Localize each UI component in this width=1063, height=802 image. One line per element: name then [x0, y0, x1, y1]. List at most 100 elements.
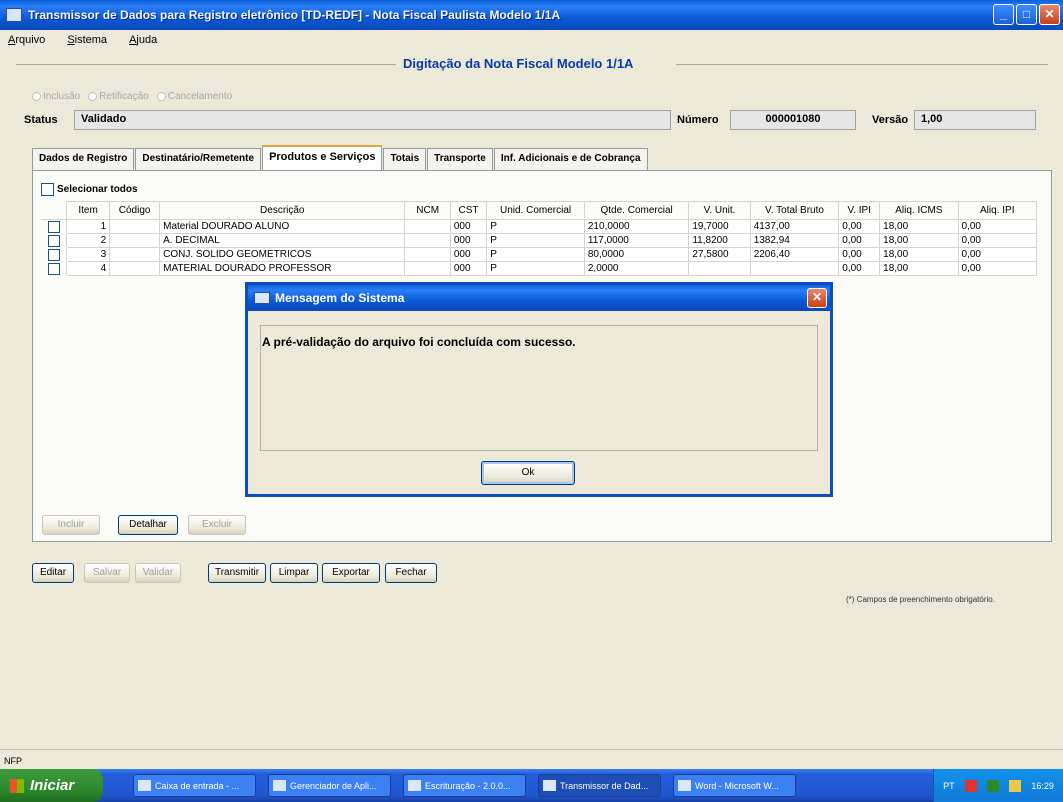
col-item[interactable]: Item	[65, 201, 111, 220]
col-descricao[interactable]: Descrição	[159, 201, 406, 220]
dialog-titlebar[interactable]: Mensagem do Sistema	[248, 285, 830, 311]
cell-aliq-icms: 18,00	[879, 261, 959, 276]
col-v-ipi[interactable]: V. IPI	[838, 201, 881, 220]
fechar-button[interactable]: Fechar	[385, 563, 437, 583]
mail-icon	[138, 780, 151, 791]
status-bar: NFP	[0, 749, 1063, 769]
col-codigo[interactable]: Código	[109, 201, 161, 220]
menu-sistema[interactable]: Sistema	[67, 34, 107, 46]
menu-ajuda[interactable]: Ajuda	[129, 34, 157, 46]
row-checkbox[interactable]	[47, 262, 60, 275]
taskbar-item-gerenciador[interactable]: Gerenciador de Apli...	[268, 774, 391, 797]
cell-aliq-ipi: 0,00	[957, 219, 1038, 234]
radio-cancelamento[interactable]: Cancelamento	[156, 91, 232, 102]
tray-network-icon[interactable]	[986, 779, 999, 792]
system-tray: PT 16:29	[933, 769, 1063, 802]
exportar-button[interactable]: Exportar	[322, 563, 380, 583]
table-row[interactable]: 3 CONJ. SOLIDO GEOMETRICOS 000 P 80,0000…	[41, 247, 1038, 262]
cell-ncm	[404, 247, 451, 262]
tab-dados-registro[interactable]: Dados de Registro	[32, 148, 135, 170]
select-all[interactable]: Selecionar todos	[41, 183, 138, 196]
cell-unid: P	[486, 219, 585, 234]
radio-retificacao[interactable]: Retificação	[88, 91, 149, 102]
ok-button[interactable]: Ok	[481, 461, 575, 485]
table-row[interactable]: 1 Material DOURADO ALUNO 000 P 210,0000 …	[41, 219, 1038, 234]
menu-arquivo[interactable]: Arquivo	[8, 34, 45, 46]
limpar-button[interactable]: Limpar	[270, 563, 318, 583]
products-table: Item Código Descrição NCM CST Unid. Come…	[41, 201, 1038, 276]
cell-v-unit: 11,8200	[688, 233, 751, 248]
row-checkbox[interactable]	[47, 234, 60, 247]
cell-ncm	[404, 219, 451, 234]
versao-field: 1,00	[914, 110, 1036, 130]
cell-descricao: Material DOURADO ALUNO	[159, 219, 406, 234]
cell-v-ipi: 0,00	[838, 219, 881, 234]
col-aliq-ipi[interactable]: Aliq. IPI	[957, 201, 1038, 220]
dialog-message: A pré-validação do arquivo foi concluída…	[262, 335, 576, 349]
excluir-button[interactable]: Excluir	[188, 515, 246, 535]
editar-button[interactable]: Editar	[32, 563, 74, 583]
row-checkbox-cell[interactable]	[41, 233, 67, 248]
col-v-total-bruto[interactable]: V. Total Bruto	[749, 201, 840, 220]
col-aliq-icms[interactable]: Aliq. ICMS	[879, 201, 959, 220]
validar-button[interactable]: Validar	[135, 563, 181, 583]
select-all-label: Selecionar todos	[57, 184, 138, 195]
maximize-button[interactable]: □	[1016, 4, 1037, 25]
row-checkbox-cell[interactable]	[41, 219, 67, 234]
taskbar-item-inbox[interactable]: Caixa de entrada - ...	[133, 774, 256, 797]
minimize-button[interactable]: _	[993, 4, 1014, 25]
cell-codigo	[109, 233, 161, 248]
col-cst[interactable]: CST	[449, 201, 488, 220]
taskbar-item-escrituracao[interactable]: Escrituração - 2.0.0...	[403, 774, 526, 797]
tab-destinatario[interactable]: Destinatário/Remetente	[135, 148, 262, 170]
tab-produtos-servicos[interactable]: Produtos e Serviços	[262, 145, 383, 170]
cell-v-ipi: 0,00	[838, 233, 881, 248]
page-title: Digitação da Nota Fiscal Modelo 1/1A	[403, 56, 634, 71]
tray-app-icon[interactable]	[1009, 779, 1022, 792]
numero-label: Número	[677, 114, 719, 126]
transmitir-button[interactable]: Transmitir	[208, 563, 266, 583]
cell-aliq-icms: 18,00	[879, 233, 959, 248]
row-checkbox-cell[interactable]	[41, 247, 67, 262]
window-icon	[543, 780, 556, 791]
col-qtde-comercial[interactable]: Qtde. Comercial	[583, 201, 690, 220]
dialog-title: Mensagem do Sistema	[275, 291, 405, 305]
cell-descricao: A. DECIMAL	[159, 233, 406, 248]
numero-field: 000001080	[730, 110, 856, 130]
col-ncm[interactable]: NCM	[404, 201, 451, 220]
tray-antivirus-icon[interactable]	[964, 779, 977, 792]
select-all-checkbox[interactable]	[41, 183, 54, 196]
cell-item: 2	[65, 233, 111, 248]
tab-inf-adicionais[interactable]: Inf. Adicionais e de Cobrança	[493, 148, 648, 170]
radio-inclusao[interactable]: Inclusão	[32, 91, 80, 102]
cell-aliq-icms: 18,00	[879, 247, 959, 262]
versao-label: Versão	[872, 114, 909, 126]
salvar-button[interactable]: Salvar	[84, 563, 130, 583]
cell-unid: P	[486, 261, 585, 276]
close-window-button[interactable]: ✕	[1039, 4, 1060, 25]
taskbar-item-transmissor[interactable]: Transmissor de Dad...	[538, 774, 661, 797]
row-checkbox[interactable]	[47, 220, 60, 233]
window-titlebar[interactable]: Transmissor de Dados para Registro eletr…	[0, 0, 1063, 30]
col-unid-comercial[interactable]: Unid. Comercial	[486, 201, 585, 220]
col-v-unit[interactable]: V. Unit.	[688, 201, 751, 220]
taskbar-item-word[interactable]: Word - Microsoft W...	[673, 774, 796, 797]
cell-unid: P	[486, 247, 585, 262]
tab-totais[interactable]: Totais	[383, 148, 427, 170]
row-checkbox[interactable]	[47, 248, 60, 261]
incluir-button[interactable]: Incluir	[42, 515, 100, 535]
language-indicator[interactable]: PT	[943, 781, 955, 791]
table-row[interactable]: 4 MATERIAL DOURADO PROFESSOR 000 P 2,000…	[41, 261, 1038, 276]
start-button[interactable]: Iniciar	[0, 769, 103, 802]
menu-bar: Arquivo Sistema Ajuda	[0, 30, 1063, 50]
cell-v-ipi: 0,00	[838, 261, 881, 276]
cell-v-total: 2206,40	[749, 247, 840, 262]
tab-transporte[interactable]: Transporte	[427, 148, 493, 170]
detalhar-button[interactable]: Detalhar	[118, 515, 178, 535]
dialog-close-button[interactable]: ✕	[807, 288, 827, 308]
clock: 16:29	[1031, 780, 1054, 791]
taskbar: Iniciar Caixa de entrada - ... Gerenciad…	[0, 769, 1063, 802]
table-row[interactable]: 2 A. DECIMAL 000 P 117,0000 11,8200 1382…	[41, 233, 1038, 248]
dialog-window-icon	[254, 292, 270, 304]
row-checkbox-cell[interactable]	[41, 261, 67, 276]
